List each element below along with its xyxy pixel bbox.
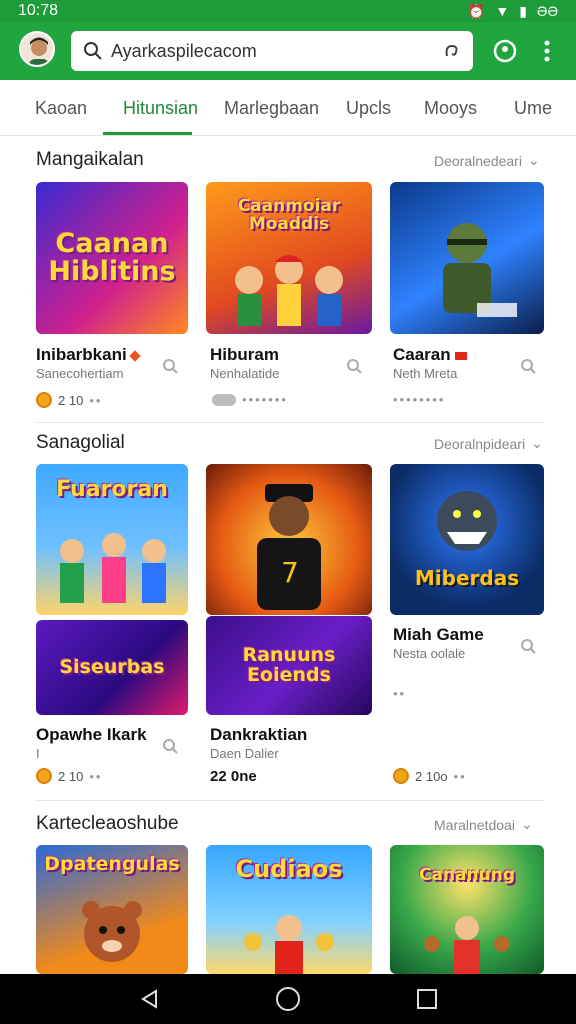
game-meta: ••••••• xyxy=(212,392,288,407)
section-more-link[interactable]: Deoralnedeari ⌄ xyxy=(434,152,540,169)
mic-icon[interactable] xyxy=(443,42,461,60)
section-more-link[interactable]: Maralnetdoai ⌄ xyxy=(434,816,533,833)
tab-1[interactable]: Hitunsian xyxy=(123,80,198,136)
divider xyxy=(36,422,544,423)
coin-icon xyxy=(36,392,52,408)
game-tile[interactable]: Siseurbas xyxy=(36,620,188,715)
game-tile[interactable]: Ranuuns Eoiends xyxy=(206,616,372,715)
recents-icon[interactable] xyxy=(416,988,438,1010)
game-tile[interactable]: Dpatengulas xyxy=(36,845,188,974)
status-bar: 10:78 ⏰ ▼ ▮ ƏƏ xyxy=(0,0,576,22)
chevron-down-icon: ⌄ xyxy=(527,152,540,168)
game-tile[interactable]: Cudiaos xyxy=(206,845,372,974)
section-title: Mangaikalan xyxy=(36,149,144,170)
game-tile[interactable]: Fuaroran xyxy=(36,464,188,615)
avatar-icon xyxy=(21,33,53,65)
game-tile[interactable]: Miberdas xyxy=(390,464,544,615)
game-subtitle: Daen Dalier xyxy=(210,746,279,761)
game-meta: 2 10 •• xyxy=(36,768,102,784)
more-vert-icon[interactable] xyxy=(535,38,559,64)
avatar[interactable] xyxy=(19,31,55,67)
home-icon[interactable] xyxy=(275,986,301,1012)
game-name[interactable]: Caaran xyxy=(393,345,467,365)
game-tile[interactable]: 7 xyxy=(206,464,372,615)
game-meta: 2 10 •• xyxy=(36,392,102,408)
search-icon[interactable] xyxy=(162,358,178,374)
wifi-icon: ▼ xyxy=(495,3,510,19)
chevron-down-icon: ⌄ xyxy=(520,816,533,832)
game-subtitle: Neth Mreta xyxy=(393,366,458,381)
section-title: Kartecleaoshube xyxy=(36,813,179,834)
active-tab-indicator xyxy=(103,132,192,135)
tab-5[interactable]: Ume xyxy=(514,80,552,136)
game-tile[interactable]: Caanan Hiblitins xyxy=(36,182,188,334)
coin-icon xyxy=(36,768,52,784)
search-input[interactable]: Ayarkaspilecacom xyxy=(71,31,473,71)
game-meta: 2 10o •• xyxy=(393,768,467,784)
flag-icon xyxy=(454,351,467,360)
battery-icon: ▮ xyxy=(519,2,527,19)
search-icon xyxy=(84,42,102,60)
profile-icon[interactable] xyxy=(492,38,518,64)
tab-4[interactable]: Mooys xyxy=(424,80,477,136)
game-subtitle: Sanecohertiam xyxy=(36,366,124,381)
game-name[interactable]: Inibarbkani xyxy=(36,345,141,365)
kids-illustration xyxy=(424,916,510,974)
monster-illustration xyxy=(437,491,497,551)
svg-text:7: 7 xyxy=(281,556,299,589)
search-url-text: Ayarkaspilecacom xyxy=(111,40,257,61)
section-title: Sanagolial xyxy=(36,432,125,453)
tab-0[interactable]: Kaoan xyxy=(35,80,87,136)
characters-illustration xyxy=(235,255,343,326)
tab-2[interactable]: Marlegbaan xyxy=(224,80,319,136)
system-nav-bar xyxy=(0,974,576,1024)
game-name[interactable]: Opawhe Ikark xyxy=(36,725,147,745)
game-tile[interactable]: Caanmoiar Moaddis xyxy=(206,182,372,334)
top-app-bar: Ayarkaspilecacom xyxy=(0,22,576,80)
game-subtitle: Nenhalatide xyxy=(210,366,280,381)
game-meta: •••••••• xyxy=(393,392,446,407)
warrior-illustration xyxy=(443,223,517,317)
game-meta: 22 0ne xyxy=(210,768,257,785)
flame-icon xyxy=(129,349,141,362)
search-icon[interactable] xyxy=(346,358,362,374)
category-tabs: Kaoan Hitunsian Marlegbaan Upcls Mooys U… xyxy=(0,80,576,136)
cloud-icon xyxy=(212,393,236,406)
rapper-illustration: 7 xyxy=(257,483,321,610)
divider xyxy=(36,800,544,801)
game-name[interactable]: Dankraktian xyxy=(210,725,307,745)
game-name[interactable]: Hiburam xyxy=(210,345,279,365)
heroes-illustration xyxy=(244,915,334,974)
status-right-text: ƏƏ xyxy=(536,3,558,19)
kids-illustration xyxy=(60,533,166,603)
coin-icon xyxy=(393,768,409,784)
game-subtitle: Nesta oolale xyxy=(393,646,466,661)
game-tile[interactable]: Cananung xyxy=(390,845,544,974)
bear-illustration xyxy=(82,901,142,962)
game-tile[interactable] xyxy=(390,182,544,334)
game-meta: •• xyxy=(393,686,407,701)
chevron-down-icon: ⌄ xyxy=(531,435,543,451)
status-time: 10:78 xyxy=(18,2,59,19)
section-more-link[interactable]: Deoralnpideari ⌄ xyxy=(434,435,543,452)
search-icon[interactable] xyxy=(520,638,536,654)
alarm-icon: ⏰ xyxy=(467,2,486,19)
back-icon[interactable] xyxy=(138,988,160,1010)
game-subtitle: I xyxy=(36,746,40,761)
tab-3[interactable]: Upcls xyxy=(346,80,391,136)
game-name[interactable]: Miah Game xyxy=(393,625,484,645)
app-root: 10:78 ⏰ ▼ ▮ ƏƏ Ayarkaspilecacom Kaoan Hi… xyxy=(0,0,576,1024)
search-icon[interactable] xyxy=(162,738,178,754)
search-icon[interactable] xyxy=(520,358,536,374)
